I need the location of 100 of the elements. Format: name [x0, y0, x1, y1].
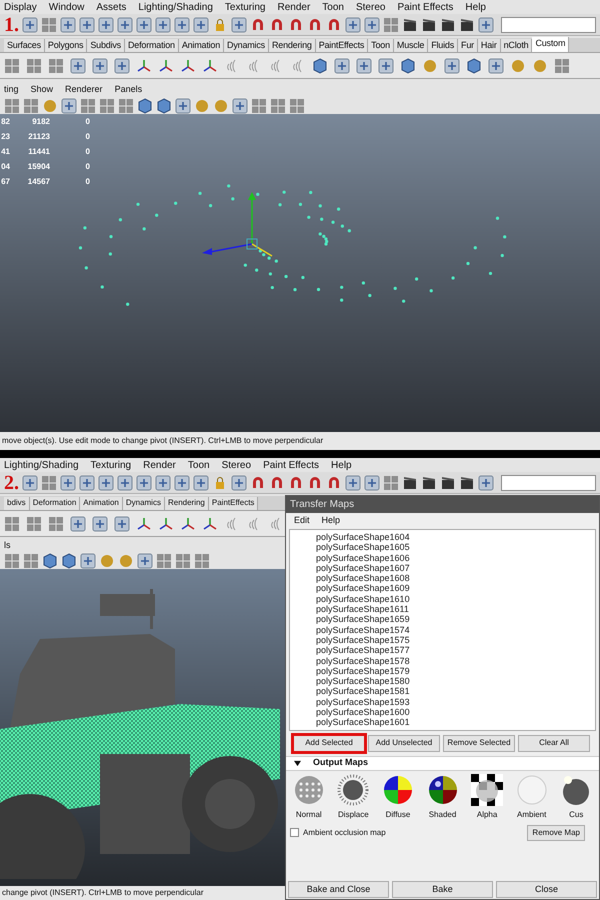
menu-item[interactable]: Paint Effects	[263, 458, 320, 472]
footer-button[interactable]: Bake	[392, 881, 493, 898]
tool-icon[interactable]	[345, 474, 361, 490]
menu-item[interactable]: Render	[277, 0, 310, 14]
shelf-tab[interactable]: Deformation	[30, 497, 80, 510]
shelf-tab[interactable]: Dynamics	[224, 39, 269, 52]
shelf-tab[interactable]: Animation	[80, 497, 123, 510]
tool-icon[interactable]	[364, 16, 380, 32]
checkbox[interactable]	[290, 828, 299, 838]
grid-icon[interactable]	[4, 98, 20, 114]
grid-icon[interactable]	[4, 58, 20, 74]
tool-icon[interactable]	[478, 474, 494, 490]
list-item[interactable]: polySurfaceShape1593	[316, 696, 595, 708]
grid-icon[interactable]	[23, 98, 39, 114]
shelf-tab[interactable]: PaintEffects	[316, 39, 368, 52]
tool-icon[interactable]	[136, 16, 152, 32]
panel-menu-item[interactable]: Renderer	[65, 83, 103, 97]
list-button[interactable]: Add Unselected	[368, 734, 440, 752]
grid-icon[interactable]	[4, 516, 20, 532]
shelf-tab[interactable]: Hair	[478, 39, 501, 52]
magnet-icon[interactable]	[250, 474, 266, 490]
shelf-tab[interactable]: PaintEffects	[208, 497, 258, 510]
tool-icon[interactable]	[70, 58, 86, 74]
clapperboard-icon[interactable]	[421, 16, 437, 32]
list-item[interactable]: polySurfaceShape1608	[316, 573, 595, 584]
tool-icon[interactable]	[114, 58, 130, 74]
menu-item[interactable]: Render	[143, 458, 176, 472]
axes-icon[interactable]	[136, 516, 152, 532]
tool-icon[interactable]	[22, 16, 38, 32]
tool-icon[interactable]	[92, 58, 108, 74]
grid-icon[interactable]	[251, 98, 267, 114]
menu-item[interactable]: Display	[4, 0, 37, 14]
tool-icon[interactable]	[175, 98, 191, 114]
shaded-sphere-icon[interactable]	[426, 774, 459, 806]
panel-menu-item[interactable]: ting	[4, 83, 19, 97]
search-field[interactable]	[501, 474, 596, 490]
tool-icon[interactable]	[70, 516, 86, 532]
tool-icon[interactable]	[79, 474, 95, 490]
tool-icon[interactable]	[60, 16, 76, 32]
list-item[interactable]: polySurfaceShape1575	[316, 634, 595, 646]
tool-icon[interactable]	[444, 58, 460, 74]
menu-item[interactable]: Lighting/Shading	[138, 0, 213, 14]
shelf-tab[interactable]: Fur	[458, 39, 478, 52]
magnet-icon[interactable]	[269, 474, 285, 490]
spiky-sphere-icon[interactable]	[337, 774, 370, 806]
shelf-tab[interactable]: nCloth	[500, 39, 532, 52]
tool-icon[interactable]	[193, 16, 209, 32]
axes-icon[interactable]	[158, 58, 174, 74]
magnet-icon[interactable]	[288, 16, 304, 32]
menu-item[interactable]: Assets	[96, 0, 126, 14]
grid-icon[interactable]	[289, 98, 305, 114]
axes-icon[interactable]	[158, 516, 174, 532]
shelf-tab[interactable]: Toon	[368, 39, 394, 52]
grid-icon[interactable]	[554, 58, 570, 74]
tool-icon[interactable]	[231, 16, 247, 32]
magnet-icon[interactable]	[288, 474, 304, 490]
grid-icon[interactable]	[4, 553, 20, 569]
shelf-tab[interactable]: Deformation	[124, 39, 179, 52]
list-item[interactable]: polySurfaceShape1578	[316, 656, 595, 666]
magnet-icon[interactable]	[269, 16, 285, 32]
list-item[interactable]: polySurfaceShape1574	[316, 624, 595, 635]
grid-icon[interactable]	[99, 98, 115, 114]
list-item[interactable]: polySurfaceShape1577	[316, 645, 595, 656]
clapperboard-icon[interactable]	[402, 474, 418, 490]
magnet-icon[interactable]	[250, 16, 266, 32]
tool-icon[interactable]	[345, 16, 361, 32]
tool-icon[interactable]	[61, 98, 77, 114]
tool-icon[interactable]	[231, 474, 247, 490]
shelf-tab[interactable]: Subdivs	[87, 39, 125, 52]
menu-item[interactable]: Help	[465, 0, 486, 14]
tool-icon[interactable]	[232, 98, 248, 114]
list-item[interactable]: polySurfaceShape1579	[316, 666, 595, 676]
remove-map-button[interactable]: Remove Map	[527, 824, 585, 841]
menu-item[interactable]: Paint Effects	[397, 0, 454, 14]
menu-item[interactable]: Edit	[294, 514, 310, 528]
magnet-icon[interactable]	[326, 474, 342, 490]
shelf-tab[interactable]: bdivs	[4, 497, 30, 510]
magnet-icon[interactable]	[307, 16, 323, 32]
clapperboard-icon[interactable]	[421, 474, 437, 490]
panel-menu-item[interactable]: Panels	[114, 83, 142, 97]
grid-icon[interactable]	[270, 98, 286, 114]
panel-menu-item[interactable]: ls	[4, 539, 10, 553]
clapperboard-icon[interactable]	[459, 16, 475, 32]
grid-icon[interactable]	[48, 58, 64, 74]
tool-icon[interactable]	[79, 16, 95, 32]
shelf-tab[interactable]: Animation	[178, 39, 224, 52]
list-item[interactable]: polySurfaceShape1606	[316, 552, 595, 563]
menu-item[interactable]: Lighting/Shading	[4, 458, 79, 472]
tool-icon[interactable]	[136, 474, 152, 490]
panel-menu-item[interactable]: Show	[30, 83, 54, 97]
clapperboard-icon[interactable]	[440, 474, 456, 490]
tool-icon[interactable]	[488, 58, 504, 74]
quartered-sphere-icon[interactable]	[382, 774, 414, 806]
menu-item[interactable]: Stereo	[356, 0, 386, 14]
tool-icon[interactable]	[155, 474, 171, 490]
shelf-tab[interactable]: Rendering	[164, 497, 209, 510]
tool-icon[interactable]	[60, 474, 76, 490]
list-item[interactable]: polySurfaceShape1610	[316, 594, 595, 604]
menu-item[interactable]: Window	[48, 0, 84, 14]
tool-icon[interactable]	[98, 16, 114, 32]
